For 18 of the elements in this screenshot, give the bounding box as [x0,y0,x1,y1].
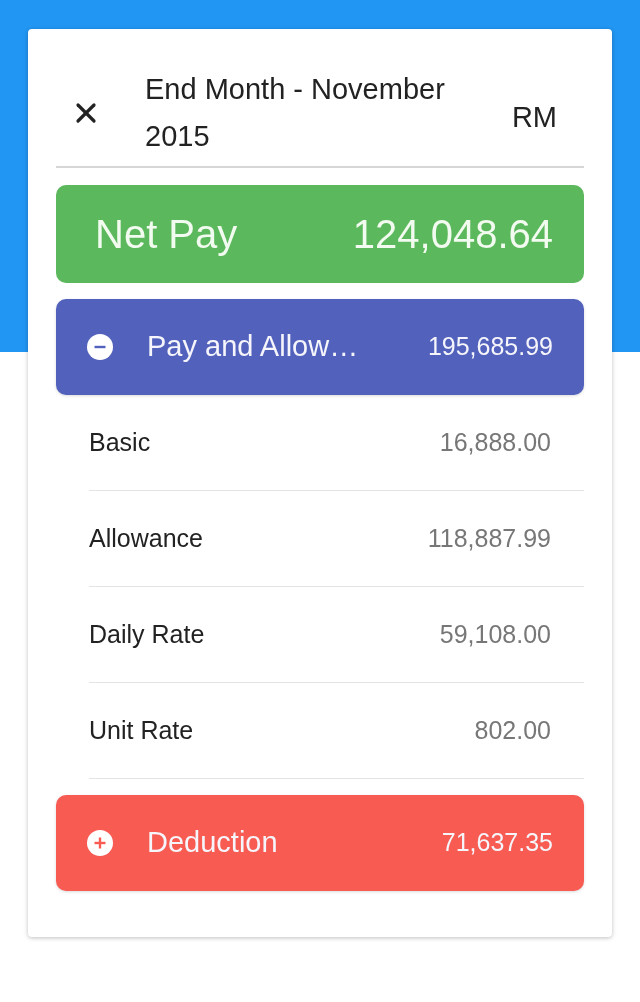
section-amount: 195,685.99 [427,331,553,363]
net-pay-label: Net Pay [95,211,238,258]
page-title: End Month - November 2015 [145,72,446,154]
item-amount: 118,887.99 [427,522,551,554]
section-amount: 71,637.35 [441,827,553,859]
net-pay-amount: 124,048.64 [352,211,553,258]
section-label: Pay and Allow… [147,329,359,365]
item-amount: 16,888.00 [439,426,551,458]
section-bar[interactable]: Pay and Allow… 195,685.99 [56,299,584,395]
item-label: Daily Rate [89,618,205,650]
item-amount: 59,108.00 [439,618,551,650]
item-label: Basic [89,426,151,458]
currency-label: RM [511,99,557,135]
section-label: Deduction [147,825,278,861]
item-amount: 802.00 [474,714,551,746]
item-label: Allowance [89,522,203,554]
section-bar[interactable]: Deduction 71,637.35 [56,795,584,891]
item-label: Unit Rate [89,714,194,746]
